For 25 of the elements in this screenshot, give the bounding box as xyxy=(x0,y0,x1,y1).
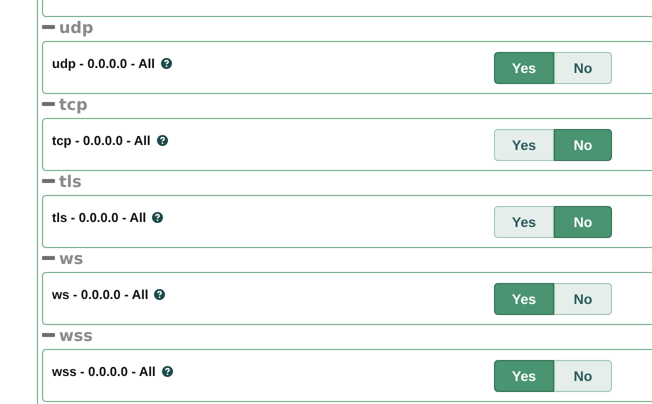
section-title: tls xyxy=(59,172,82,190)
toggle-option[interactable]: Yes xyxy=(494,129,554,161)
toggle-option[interactable]: Yes xyxy=(494,283,554,315)
setting-label: wss - 0.0.0.0 - All xyxy=(52,364,156,379)
toggle-option[interactable]: No xyxy=(554,360,612,392)
setting-label: tcp - 0.0.0.0 - All xyxy=(52,133,150,148)
toggle-option[interactable]: Yes xyxy=(494,360,554,392)
toggle-option[interactable]: No xyxy=(554,206,612,238)
help-icon[interactable] xyxy=(160,58,172,69)
help-icon[interactable] xyxy=(162,366,173,377)
toggle-option[interactable]: No xyxy=(554,129,612,161)
toggle-option[interactable]: No xyxy=(554,283,612,315)
help-icon[interactable] xyxy=(154,289,166,300)
setting-label: ws - 0.0.0.0 - All xyxy=(52,287,148,302)
setting-label: udp - 0.0.0.0 - All xyxy=(52,56,155,71)
help-icon[interactable] xyxy=(156,135,168,146)
section-title: tcp xyxy=(59,94,88,114)
section-title: udp xyxy=(59,18,94,36)
toggle-option[interactable]: No xyxy=(554,52,612,84)
section-title: wss xyxy=(59,326,93,344)
toggle-option[interactable]: Yes xyxy=(494,206,554,238)
section-title: ws xyxy=(59,248,84,268)
toggle-option[interactable]: Yes xyxy=(494,52,554,84)
help-icon[interactable] xyxy=(152,212,164,223)
setting-label: tls - 0.0.0.0 - All xyxy=(52,210,146,225)
